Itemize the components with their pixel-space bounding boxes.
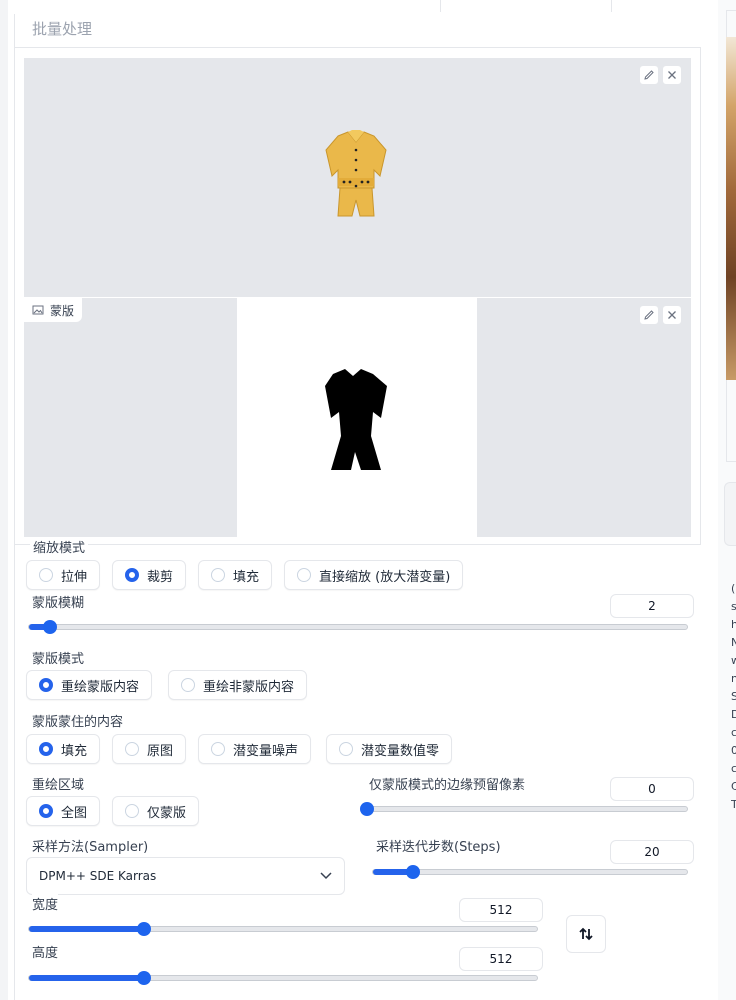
inpaint-area-label: 重绘区域 — [32, 774, 85, 793]
output-info-line: 0 — [731, 744, 736, 757]
image-icon — [32, 305, 44, 315]
sampler-value: DPM++ SDE Karras — [39, 869, 157, 883]
masked-content-original[interactable]: 原图 — [112, 734, 187, 764]
output-info-line: n — [731, 672, 736, 685]
mask-blur-slider[interactable] — [28, 620, 688, 634]
output-info-line: c — [731, 726, 736, 739]
output-action-button[interactable] — [724, 482, 736, 546]
padding-number[interactable]: 0 — [610, 777, 694, 801]
padding-label: 仅蒙版模式的边缘预留像素 — [369, 774, 526, 793]
mask-preview — [237, 298, 477, 537]
section-title: 批量处理 — [32, 20, 93, 38]
output-info-line: S — [731, 690, 736, 703]
mask-mode-inpaint-masked[interactable]: 重绘蒙版内容 — [26, 670, 153, 700]
mask-close-icon[interactable] — [662, 305, 682, 325]
output-info-line: w — [731, 654, 736, 667]
output-info-line: C — [731, 780, 736, 793]
output-info-line: c — [731, 762, 736, 775]
height-thumb — [136, 971, 151, 985]
mask-edit-icon[interactable] — [639, 305, 659, 325]
masked-content-fill[interactable]: 填充 — [26, 734, 101, 764]
output-info-line: h — [731, 618, 736, 631]
chevron-down-icon — [320, 872, 332, 880]
mask-tab-label: 蒙版 — [24, 298, 83, 322]
height-fill — [29, 975, 144, 981]
output-image[interactable] — [726, 37, 736, 380]
mask-blur-thumb — [42, 620, 57, 634]
swap-dimensions-button[interactable] — [566, 915, 606, 953]
inpaint-area-whole[interactable]: 全图 — [26, 796, 101, 826]
sampler-label: 采样方法(Sampler) — [32, 836, 149, 855]
masked-content-latent-nothing[interactable]: 潜变量数值零 — [326, 734, 453, 764]
height-slider[interactable] — [28, 971, 538, 985]
mask-label-text: 蒙版 — [50, 303, 75, 318]
source-image-canvas[interactable] — [24, 58, 691, 297]
mask-silhouette — [325, 369, 387, 470]
output-info-text: (s h Nw n S Dc 0 c C T — [731, 580, 736, 814]
mask-mode-label: 蒙版模式 — [32, 648, 85, 667]
width-slider[interactable] — [28, 922, 538, 936]
width-fill — [29, 926, 144, 932]
top-tab-strip — [0, 0, 700, 12]
resize-mode-latent-upscale[interactable]: 直接缩放 (放大潜变量) — [284, 560, 464, 590]
steps-slider[interactable] — [372, 865, 688, 879]
padding-slider[interactable] — [360, 802, 688, 816]
resize-mode-stretch[interactable]: 拉伸 — [26, 560, 101, 590]
width-label: 宽度 — [32, 894, 59, 913]
padding-thumb — [360, 802, 374, 816]
masked-content-label: 蒙版蒙住的内容 — [32, 711, 124, 730]
steps-thumb — [406, 865, 421, 879]
steps-number[interactable]: 20 — [610, 840, 694, 864]
output-info-line: T — [731, 798, 736, 811]
close-icon[interactable] — [662, 65, 682, 85]
output-info-line: ( — [731, 582, 736, 595]
masked-content-latent-noise[interactable]: 潜变量噪声 — [198, 734, 312, 764]
mask-mode-inpaint-not-masked[interactable]: 重绘非蒙版内容 — [168, 670, 308, 700]
height-label: 高度 — [32, 942, 59, 961]
height-number[interactable]: 512 — [459, 947, 543, 971]
output-info-line: N — [731, 636, 736, 649]
left-rail — [0, 0, 8, 1000]
inpaint-area-only-masked[interactable]: 仅蒙版 — [112, 796, 200, 826]
resize-mode-label: 缩放模式 — [30, 537, 89, 556]
resize-mode-fill[interactable]: 填充 — [198, 560, 273, 590]
output-info-line: s — [731, 600, 736, 613]
width-number[interactable]: 512 — [459, 898, 543, 922]
mask-blur-label: 蒙版模糊 — [32, 592, 85, 611]
edit-icon[interactable] — [639, 65, 659, 85]
resize-mode-crop[interactable]: 裁剪 — [112, 560, 187, 590]
width-thumb — [136, 922, 151, 936]
garment-image — [325, 130, 387, 217]
output-info-line: D — [731, 708, 736, 721]
sampler-select[interactable]: DPM++ SDE Karras — [26, 857, 345, 895]
steps-label: 采样迭代步数(Steps) — [376, 836, 501, 855]
swap-arrows-icon — [579, 927, 593, 941]
mask-blur-number[interactable]: 2 — [610, 594, 694, 618]
